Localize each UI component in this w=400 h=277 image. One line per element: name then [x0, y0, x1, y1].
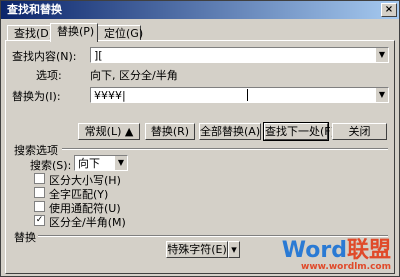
replace-dropdown-icon[interactable]: ▼: [375, 88, 388, 102]
find-label: 查找内容(N):: [12, 50, 77, 63]
watermark-word: Word: [281, 238, 347, 263]
tab-replace[interactable]: 替换(P): [50, 23, 98, 42]
special-char-dropdown-icon[interactable]: ▾: [228, 241, 240, 258]
replace-section-title: 替换: [14, 231, 36, 244]
search-direction-dropdown-icon[interactable]: ▼: [114, 156, 127, 170]
options-label: 选项:: [36, 69, 62, 82]
replace-combobox[interactable]: ¥¥¥¥| ▼: [90, 87, 389, 103]
options-value: 向下, 区分全/半角: [90, 69, 178, 82]
watermark-url: www.wordlm.com: [301, 262, 391, 272]
replace-label: 替换为(I):: [12, 90, 61, 103]
find-replace-dialog: 查找和替换 × 查找(D) 替换(P) 定位(G) 查找内容(N): ][ ▼ …: [0, 0, 400, 277]
text-cursor-icon: [247, 89, 248, 101]
more-less-button[interactable]: 常规(L) ▲: [78, 123, 140, 140]
search-direction-label: 搜索(S):: [30, 159, 72, 172]
replace-input[interactable]: ¥¥¥¥|: [94, 89, 126, 102]
replace-section-divider: [38, 235, 388, 237]
search-direction-value: 向下: [78, 157, 100, 170]
watermark: Word联盟 www.wordlm.com: [282, 240, 391, 273]
checkmark-icon: ✓: [35, 215, 44, 225]
find-input[interactable]: ][: [94, 49, 103, 62]
tab-goto[interactable]: 定位(G): [97, 25, 143, 41]
whole-word-checkbox[interactable]: [34, 187, 45, 198]
replace-button[interactable]: 替换(R): [145, 123, 195, 140]
watermark-logo: Word联盟: [282, 240, 391, 262]
search-options-divider: [62, 148, 388, 150]
title-bar: 查找和替换 ×: [1, 1, 399, 19]
special-char-button[interactable]: 特殊字符(E): [166, 241, 228, 258]
close-button[interactable]: 关闭: [332, 123, 387, 140]
search-direction-select[interactable]: 向下 ▼: [74, 155, 128, 171]
match-width-checkbox[interactable]: ✓: [34, 215, 45, 226]
match-case-checkbox[interactable]: [34, 173, 45, 184]
tab-find[interactable]: 查找(D): [7, 25, 53, 41]
find-dropdown-icon[interactable]: ▼: [375, 48, 388, 62]
match-width-label: 区分全/半角(M): [49, 216, 126, 229]
wildcards-checkbox[interactable]: [34, 201, 45, 212]
window-title: 查找和替换: [7, 3, 62, 16]
watermark-cn: 联盟: [346, 238, 391, 263]
search-options-title: 搜索选项: [14, 144, 58, 157]
find-combobox[interactable]: ][ ▼: [90, 47, 389, 63]
close-window-button[interactable]: ×: [381, 3, 397, 17]
replace-all-button[interactable]: 全部替换(A): [199, 123, 261, 140]
find-next-button[interactable]: 查找下一处(F): [263, 122, 335, 141]
